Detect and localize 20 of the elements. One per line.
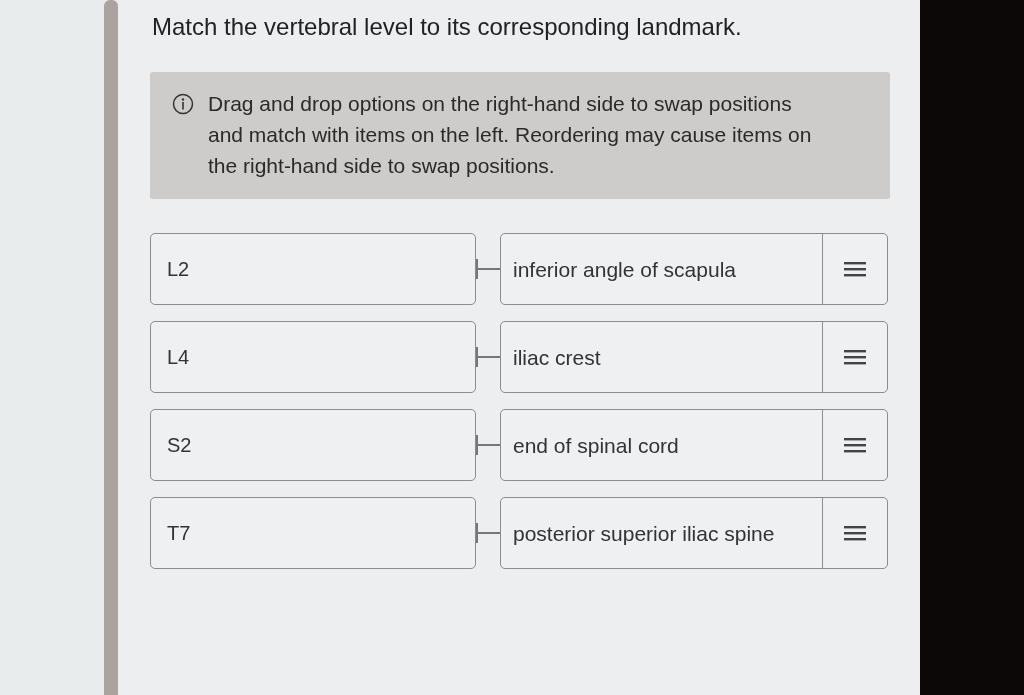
landmark-option[interactable]: end of spinal cord xyxy=(500,409,888,481)
landmark-option[interactable]: inferior angle of scapula xyxy=(500,233,888,305)
level-box: S2 xyxy=(150,409,476,481)
landmark-option[interactable]: posterior superior iliac spine xyxy=(500,497,888,569)
drag-handle-icon[interactable] xyxy=(844,260,866,278)
connector-icon xyxy=(476,257,500,281)
connector-icon xyxy=(476,521,500,545)
level-box: L2 xyxy=(150,233,476,305)
question-text: Match the vertebral level to its corresponding landmark. xyxy=(152,12,743,42)
level-box: L4 xyxy=(150,321,476,393)
info-icon xyxy=(172,93,194,115)
landmark-option[interactable]: iliac crest xyxy=(500,321,888,393)
drag-handle-icon[interactable] xyxy=(844,348,866,366)
instruction-text: Drag and drop options on the right-hand side to swap positions and match with items on the left. Reordering may cause items on the right-hand side to swap positions. xyxy=(208,91,813,179)
connector-icon xyxy=(476,345,500,369)
drag-handle-icon[interactable] xyxy=(844,524,866,542)
level-box: T7 xyxy=(150,497,476,569)
connector-icon xyxy=(476,433,500,457)
drag-handle-icon[interactable] xyxy=(844,436,866,454)
scrollbar[interactable] xyxy=(104,0,118,695)
